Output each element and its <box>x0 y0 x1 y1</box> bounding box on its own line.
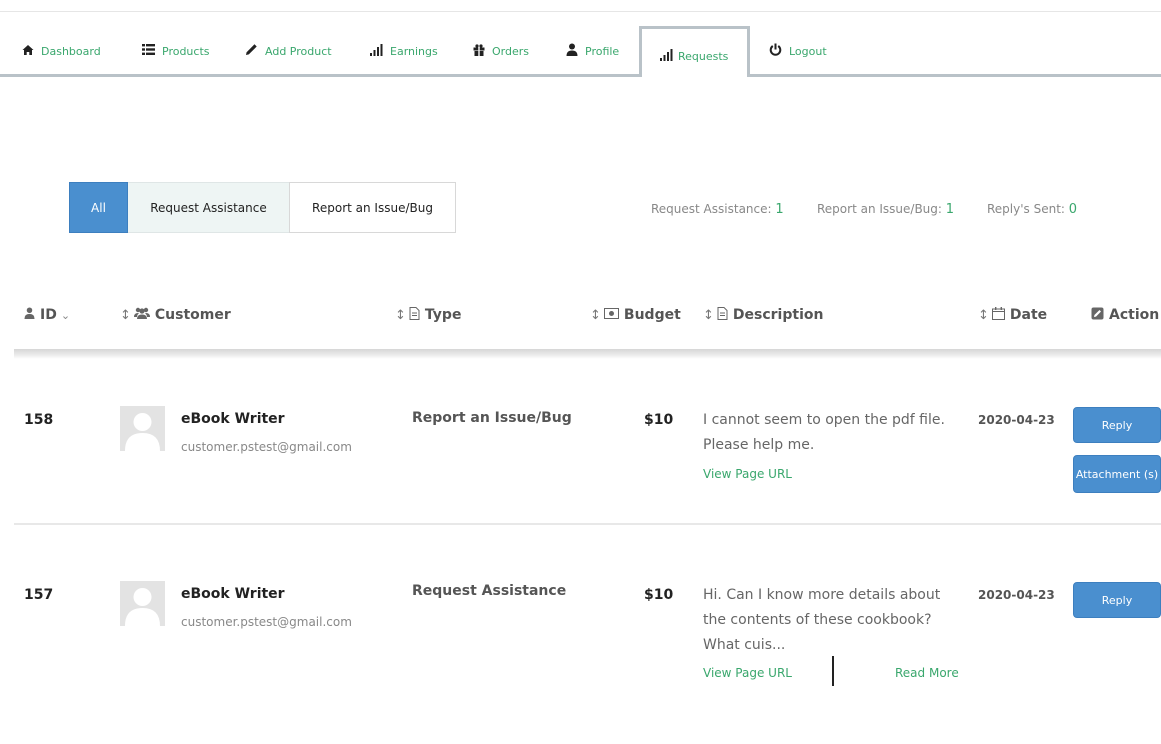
view-page-url-link[interactable]: View Page URL <box>703 467 792 481</box>
nav-profile[interactable]: Profile <box>566 40 619 62</box>
column-header-date[interactable]: ↕ Date <box>978 304 1047 326</box>
users-icon <box>133 307 150 323</box>
column-header-customer[interactable]: ↕ Customer <box>120 304 231 326</box>
row-id: 158 <box>24 412 54 428</box>
replies-sent-count: Reply's Sent: 0 <box>987 202 1077 217</box>
column-header-type-label: Type <box>424 307 462 323</box>
customer-name: eBook Writer <box>181 411 285 427</box>
link-separator <box>832 656 834 686</box>
filter-request-assistance-button[interactable]: Request Assistance <box>128 182 289 233</box>
request-assistance-count-label: Request Assistance: <box>651 202 772 216</box>
money-icon <box>603 307 619 323</box>
nav-requests[interactable]: Requests <box>639 26 750 77</box>
column-header-budget-label: Budget <box>623 307 681 323</box>
power-icon <box>769 43 782 59</box>
nav-logout-label: Logout <box>789 44 827 58</box>
nav-orders-label: Orders <box>492 44 529 58</box>
column-header-action-label: Action <box>1109 307 1160 323</box>
request-type: Request Assistance <box>412 583 567 599</box>
column-header-description[interactable]: ↕ Description <box>703 304 823 326</box>
user-icon <box>566 43 578 59</box>
nav-dashboard[interactable]: Dashboard <box>22 40 101 62</box>
nav-top-divider <box>0 11 1161 12</box>
sort-icon: ↕ <box>703 307 714 323</box>
avatar <box>120 581 165 626</box>
column-header-description-label: Description <box>732 307 824 323</box>
nav-bottom-divider <box>0 74 1161 77</box>
nav-add-product[interactable]: Add Product <box>245 40 332 62</box>
description-line: Please help me. <box>703 437 815 453</box>
nav-dashboard-label: Dashboard <box>41 44 101 58</box>
request-assistance-count: Request Assistance: 1 <box>651 202 784 217</box>
description-line: I cannot seem to open the pdf file. <box>703 412 945 428</box>
filter-report-issue-button[interactable]: Report an Issue/Bug <box>289 182 456 233</box>
chevron-down-icon: ⌄ <box>60 308 71 322</box>
edit-icon <box>1091 307 1104 324</box>
calendar-icon <box>991 306 1005 324</box>
pencil-icon <box>245 43 258 59</box>
row-id: 157 <box>24 587 54 603</box>
nav-earnings[interactable]: Earnings <box>370 40 438 62</box>
column-header-type[interactable]: ↕ Type <box>395 304 461 326</box>
avatar <box>120 406 165 451</box>
column-header-customer-label: Customer <box>154 307 231 323</box>
filter-all-button[interactable]: All <box>69 182 128 233</box>
document-icon <box>409 306 420 324</box>
sort-icon: ↕ <box>978 307 989 323</box>
sort-icon: ↕ <box>120 307 131 323</box>
replies-sent-count-value: 0 <box>1068 202 1078 217</box>
reply-button[interactable]: Reply <box>1073 582 1161 618</box>
customer-email: customer.pstest@gmail.com <box>181 440 352 454</box>
attachment-button[interactable]: Attachment (s) <box>1073 455 1161 493</box>
replies-sent-count-label: Reply's Sent: <box>987 202 1065 216</box>
sort-icon: ↕ <box>395 307 406 323</box>
nav-profile-label: Profile <box>585 44 620 58</box>
list-icon <box>142 44 155 58</box>
request-assistance-count-value: 1 <box>775 202 784 217</box>
nav-earnings-label: Earnings <box>390 44 438 58</box>
document-icon <box>717 306 728 324</box>
column-header-budget[interactable]: ↕ Budget <box>590 304 681 326</box>
column-header-action: Action <box>1091 304 1159 326</box>
nav-products[interactable]: Products <box>142 40 210 62</box>
view-page-url-link[interactable]: View Page URL <box>703 666 792 680</box>
report-issue-count-value: 1 <box>945 202 955 217</box>
user-icon <box>24 307 35 323</box>
home-icon <box>22 44 34 59</box>
signal-bars-icon <box>660 49 673 64</box>
nav-add-product-label: Add Product <box>265 44 332 58</box>
description-line: What cuis... <box>703 637 786 653</box>
request-description: I cannot seem to open the pdf file. Plea… <box>703 408 973 458</box>
nav-requests-label: Requests <box>678 50 729 63</box>
description-line: Hi. Can I know more details about <box>703 587 941 603</box>
nav-logout[interactable]: Logout <box>769 40 827 62</box>
request-date: 2020-04-23 <box>978 588 1055 602</box>
description-line: the contents of these cookbook? <box>703 612 932 628</box>
request-budget: $10 <box>644 412 674 428</box>
gift-icon <box>473 43 485 59</box>
row-divider <box>14 523 1161 525</box>
request-date: 2020-04-23 <box>978 413 1055 427</box>
column-header-id-label: ID <box>40 307 57 323</box>
reply-button[interactable]: Reply <box>1073 407 1161 443</box>
report-issue-count-label: Report an Issue/Bug: <box>817 202 942 216</box>
signal-bars-icon <box>370 43 383 59</box>
column-header-id[interactable]: ID ⌄ <box>24 304 70 326</box>
nav-orders[interactable]: Orders <box>473 40 529 62</box>
request-type: Report an Issue/Bug <box>412 410 572 426</box>
nav-products-label: Products <box>162 44 210 58</box>
request-description: Hi. Can I know more details about the co… <box>703 583 973 658</box>
read-more-link[interactable]: Read More <box>895 666 959 680</box>
table-header-shadow <box>14 349 1161 359</box>
customer-name: eBook Writer <box>181 586 285 602</box>
request-budget: $10 <box>644 587 674 603</box>
column-header-date-label: Date <box>1009 307 1048 323</box>
report-issue-count: Report an Issue/Bug: 1 <box>817 202 954 217</box>
sort-icon: ↕ <box>590 307 601 323</box>
customer-email: customer.pstest@gmail.com <box>181 615 352 629</box>
